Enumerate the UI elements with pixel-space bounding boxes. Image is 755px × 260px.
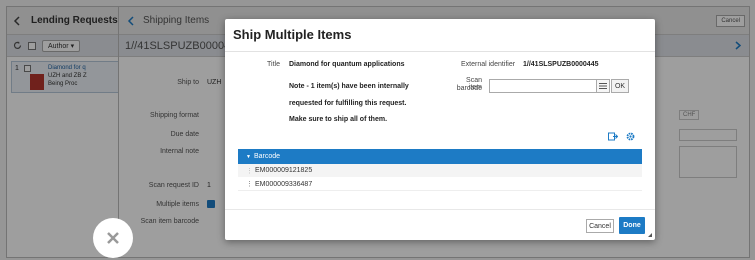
cancel-button[interactable]: Cancel xyxy=(586,219,614,233)
close-icon xyxy=(106,231,120,245)
barcode-header-label: Barcode xyxy=(253,153,281,160)
close-overlay-button[interactable] xyxy=(93,218,133,258)
title-value: Diamond for quantum applications xyxy=(289,61,405,68)
external-identifier-label: External identifier xyxy=(461,61,516,68)
barcode-list-button[interactable] xyxy=(597,79,610,93)
ship-multiple-items-dialog: Ship Multiple Items Title Diamond for qu… xyxy=(225,19,655,240)
scan-item-barcode-input[interactable] xyxy=(489,79,597,93)
note-line-1: Note - 1 item(s) have been internally xyxy=(289,83,409,90)
export-icon[interactable] xyxy=(608,132,618,141)
barcode-cell: EM000009121825 xyxy=(255,167,313,174)
row-handle: ⋮ xyxy=(246,181,253,188)
table-row[interactable]: ⋮ EM000009121825 xyxy=(238,164,642,177)
dialog-divider xyxy=(225,51,655,52)
footer-divider xyxy=(225,209,655,210)
sort-caret-icon: ▼ xyxy=(246,153,251,160)
title-label: Title xyxy=(267,61,280,68)
resize-handle[interactable] xyxy=(648,233,652,237)
ok-button[interactable]: OK xyxy=(611,79,629,93)
scan-item-label-line2: barcode xyxy=(456,85,482,92)
row-handle: ⋮ xyxy=(246,167,253,175)
note-line-3: Make sure to ship all of them. xyxy=(289,116,388,123)
gear-icon[interactable] xyxy=(626,132,635,141)
table-row[interactable]: ⋮ EM000009336487 xyxy=(238,178,642,191)
barcode-cell: EM000009336487 xyxy=(255,180,313,188)
barcode-column-header[interactable]: ▼ Barcode xyxy=(238,149,642,164)
note-line-2: requested for fulfilling this request. xyxy=(289,100,407,107)
external-identifier-value: 1//41SLSPUZB0000445 xyxy=(523,61,599,68)
list-icon xyxy=(599,83,607,89)
dialog-title: Ship Multiple Items xyxy=(233,27,352,42)
done-button[interactable]: Done xyxy=(619,217,645,234)
